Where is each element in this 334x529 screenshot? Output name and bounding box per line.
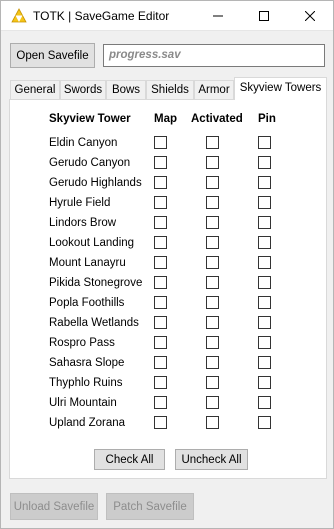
- open-savefile-button[interactable]: Open Savefile: [10, 43, 95, 68]
- pin-checkbox[interactable]: [258, 136, 271, 149]
- tab-shields[interactable]: Shields: [146, 80, 194, 99]
- app-window: TOTK | SaveGame Editor Open Savefile pro…: [0, 0, 334, 529]
- map-checkbox[interactable]: [154, 276, 167, 289]
- column-header-map: Map: [154, 113, 177, 125]
- pin-checkbox[interactable]: [258, 416, 271, 429]
- map-checkbox[interactable]: [154, 356, 167, 369]
- map-checkbox[interactable]: [154, 236, 167, 249]
- map-checkbox[interactable]: [154, 156, 167, 169]
- activated-checkbox[interactable]: [206, 376, 219, 389]
- tower-name: Pikida Stonegrove: [49, 277, 143, 289]
- map-checkbox[interactable]: [154, 296, 167, 309]
- uncheck-all-button[interactable]: Uncheck All: [175, 449, 248, 470]
- pin-checkbox[interactable]: [258, 396, 271, 409]
- activated-checkbox[interactable]: [206, 416, 219, 429]
- activated-checkbox[interactable]: [206, 356, 219, 369]
- pin-checkbox[interactable]: [258, 276, 271, 289]
- tower-name: Sahasra Slope: [49, 357, 125, 369]
- tower-name: Upland Zorana: [49, 417, 126, 429]
- patch-savefile-button[interactable]: Patch Savefile: [106, 493, 194, 520]
- activated-checkbox[interactable]: [206, 256, 219, 269]
- map-checkbox[interactable]: [154, 176, 167, 189]
- tower-name: Lindors Brow: [49, 217, 117, 229]
- minimize-button[interactable]: [195, 1, 241, 30]
- activated-checkbox[interactable]: [206, 276, 219, 289]
- tab-swords[interactable]: Swords: [60, 80, 106, 99]
- column-header-activated: Activated: [191, 113, 243, 125]
- pin-checkbox[interactable]: [258, 216, 271, 229]
- triforce-icon: [11, 8, 27, 23]
- tower-name: Rospro Pass: [49, 337, 115, 349]
- activated-checkbox[interactable]: [206, 396, 219, 409]
- pin-checkbox[interactable]: [258, 296, 271, 309]
- map-checkbox[interactable]: [154, 256, 167, 269]
- map-checkbox[interactable]: [154, 196, 167, 209]
- column-header-pin: Pin: [258, 113, 276, 125]
- activated-checkbox[interactable]: [206, 336, 219, 349]
- tab-skyview-towers[interactable]: Skyview Towers: [234, 77, 327, 100]
- map-checkbox[interactable]: [154, 416, 167, 429]
- map-checkbox[interactable]: [154, 396, 167, 409]
- tab-bows[interactable]: Bows: [106, 80, 146, 99]
- tower-name: Gerudo Highlands: [49, 177, 142, 189]
- map-checkbox[interactable]: [154, 216, 167, 229]
- pin-checkbox[interactable]: [258, 376, 271, 389]
- close-button[interactable]: [287, 1, 333, 30]
- activated-checkbox[interactable]: [206, 196, 219, 209]
- map-checkbox[interactable]: [154, 376, 167, 389]
- tab-armor[interactable]: Armor: [194, 80, 234, 99]
- pin-checkbox[interactable]: [258, 196, 271, 209]
- title-bar[interactable]: TOTK | SaveGame Editor: [1, 1, 333, 31]
- tower-name: Rabella Wetlands: [49, 317, 139, 329]
- map-checkbox[interactable]: [154, 336, 167, 349]
- tower-name: Lookout Landing: [49, 237, 135, 249]
- pin-checkbox[interactable]: [258, 236, 271, 249]
- savefile-path-field[interactable]: progress.sav: [103, 44, 325, 67]
- activated-checkbox[interactable]: [206, 156, 219, 169]
- maximize-icon: [259, 10, 269, 21]
- window-title: TOTK | SaveGame Editor: [33, 9, 170, 23]
- pin-checkbox[interactable]: [258, 256, 271, 269]
- tower-name: Popla Foothills: [49, 297, 125, 309]
- map-checkbox[interactable]: [154, 136, 167, 149]
- tower-name: Mount Lanayru: [49, 257, 126, 269]
- tower-name: Ulri Mountain: [49, 397, 117, 409]
- activated-checkbox[interactable]: [206, 136, 219, 149]
- pin-checkbox[interactable]: [258, 176, 271, 189]
- activated-checkbox[interactable]: [206, 316, 219, 329]
- activated-checkbox[interactable]: [206, 296, 219, 309]
- tab-general[interactable]: General: [10, 80, 60, 99]
- unload-savefile-button[interactable]: Unload Savefile: [10, 493, 98, 520]
- tower-name: Hyrule Field: [49, 197, 111, 209]
- maximize-button[interactable]: [241, 1, 287, 30]
- tower-name: Thyphlo Ruins: [49, 377, 123, 389]
- pin-checkbox[interactable]: [258, 356, 271, 369]
- activated-checkbox[interactable]: [206, 216, 219, 229]
- activated-checkbox[interactable]: [206, 176, 219, 189]
- check-all-button[interactable]: Check All: [94, 449, 165, 470]
- pin-checkbox[interactable]: [258, 316, 271, 329]
- tower-name: Gerudo Canyon: [49, 157, 131, 169]
- pin-checkbox[interactable]: [258, 156, 271, 169]
- activated-checkbox[interactable]: [206, 236, 219, 249]
- close-icon: [305, 10, 315, 21]
- map-checkbox[interactable]: [154, 316, 167, 329]
- column-header-tower: Skyview Tower: [49, 113, 131, 125]
- pin-checkbox[interactable]: [258, 336, 271, 349]
- tower-name: Eldin Canyon: [49, 137, 118, 149]
- minimize-icon: [213, 15, 223, 16]
